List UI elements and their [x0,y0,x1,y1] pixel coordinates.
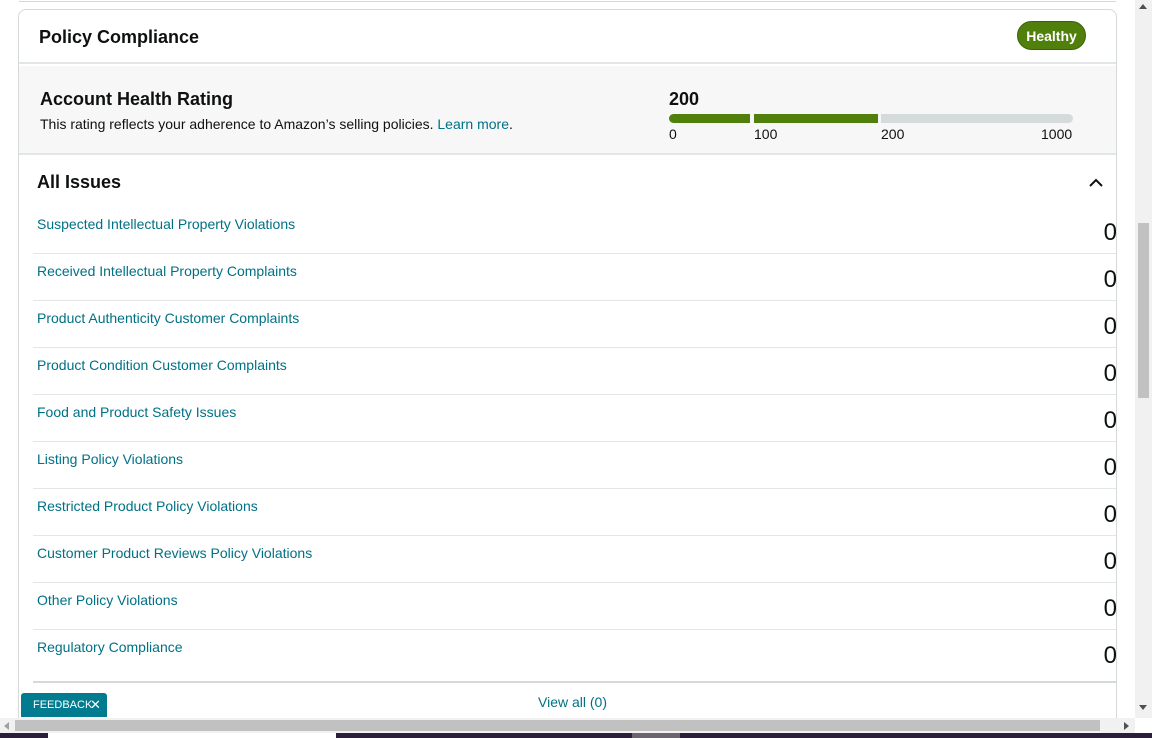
ahr-description-text: This rating reflects your adherence to A… [40,116,438,132]
issue-link[interactable]: Received Intellectual Property Complaint… [37,263,297,279]
issue-link[interactable]: Product Condition Customer Complaints [37,357,287,373]
taskbar-segment [48,733,336,738]
list-item: Regulatory Compliance 0 [33,630,1117,677]
vertical-scrollbar-thumb[interactable] [1138,223,1149,398]
horizontal-scrollbar[interactable] [0,718,1135,733]
ahr-title: Account Health Rating [40,89,234,109]
list-item: Food and Product Safety Issues 0 [33,395,1117,442]
view-all-link[interactable]: View all (0) [538,694,607,710]
list-item: Listing Policy Violations 0 [33,442,1117,489]
ahr-bar-segment-2 [754,114,878,123]
vertical-scrollbar[interactable] [1135,0,1152,718]
issue-link[interactable]: Customer Product Reviews Policy Violatio… [37,545,312,561]
all-issues-title: All Issues [37,172,122,192]
list-item: Product Authenticity Customer Complaints… [33,301,1117,348]
ahr-bar-segment-1 [669,114,750,123]
scroll-left-arrow-icon[interactable] [4,722,9,730]
issue-link[interactable]: Product Authenticity Customer Complaints [37,310,299,326]
issue-link[interactable]: Other Policy Violations [37,592,178,608]
issue-link[interactable]: Regulatory Compliance [37,639,183,655]
list-item: Other Policy Violations 0 [33,583,1117,630]
ahr-tick-0: 0 [669,126,677,142]
issue-count: 0 [1103,219,1117,246]
card-header: Policy Compliance Healthy [19,10,1116,64]
issue-link[interactable]: Food and Product Safety Issues [37,404,236,420]
issue-count: 0 [1103,642,1117,669]
taskbar-strip [0,733,1152,738]
learn-more-link[interactable]: Learn more [437,116,509,132]
ahr-tick-200: 200 [881,126,905,142]
list-item: Received Intellectual Property Complaint… [33,254,1117,301]
scroll-up-arrow-icon[interactable] [1139,4,1147,9]
issue-link[interactable]: Restricted Product Policy Violations [37,498,258,514]
issue-link[interactable]: Listing Policy Violations [37,451,183,467]
issue-count: 0 [1103,454,1117,481]
list-item: Product Condition Customer Complaints 0 [33,348,1117,395]
issue-count: 0 [1103,360,1117,387]
issue-count: 0 [1103,407,1117,434]
issue-count: 0 [1103,313,1117,340]
list-item: Customer Product Reviews Policy Violatio… [33,536,1117,583]
ahr-score: 200 [669,89,700,109]
account-health-rating-section: Account Health Rating This rating reflec… [19,66,1116,155]
scroll-right-arrow-icon[interactable] [1124,722,1129,730]
card-title: Policy Compliance [39,27,200,47]
ahr-description: This rating reflects your adherence to A… [40,116,513,132]
ahr-tick-100: 100 [754,126,778,142]
issues-list: Suspected Intellectual Property Violatio… [33,207,1117,677]
page: Policy Compliance Healthy Account Health… [0,0,1152,738]
taskbar-segment [632,733,680,738]
ahr-bar-segment-3 [881,114,1073,123]
ahr-description-period: . [508,116,513,132]
feedback-label: FEEDBACK [33,699,93,711]
ahr-tick-1000: 1000 [1041,126,1073,142]
previous-card-edge [19,0,1116,2]
list-footer-divider [33,681,1116,683]
issue-count: 0 [1103,548,1117,575]
chevron-up-icon[interactable] [1086,173,1106,193]
close-icon[interactable]: ✕ [90,693,101,717]
horizontal-scrollbar-thumb[interactable] [15,720,1100,731]
scroll-down-arrow-icon[interactable] [1139,705,1147,710]
issue-link[interactable]: Suspected Intellectual Property Violatio… [37,216,295,232]
list-item: Restricted Product Policy Violations 0 [33,489,1117,536]
status-badge: Healthy [1017,21,1086,50]
feedback-button[interactable]: FEEDBACK ✕ [21,693,107,717]
issue-count: 0 [1103,595,1117,622]
issue-count: 0 [1103,266,1117,293]
issue-count: 0 [1103,501,1117,528]
list-item: Suspected Intellectual Property Violatio… [33,207,1117,254]
policy-compliance-card: Policy Compliance Healthy Account Health… [18,9,1117,738]
